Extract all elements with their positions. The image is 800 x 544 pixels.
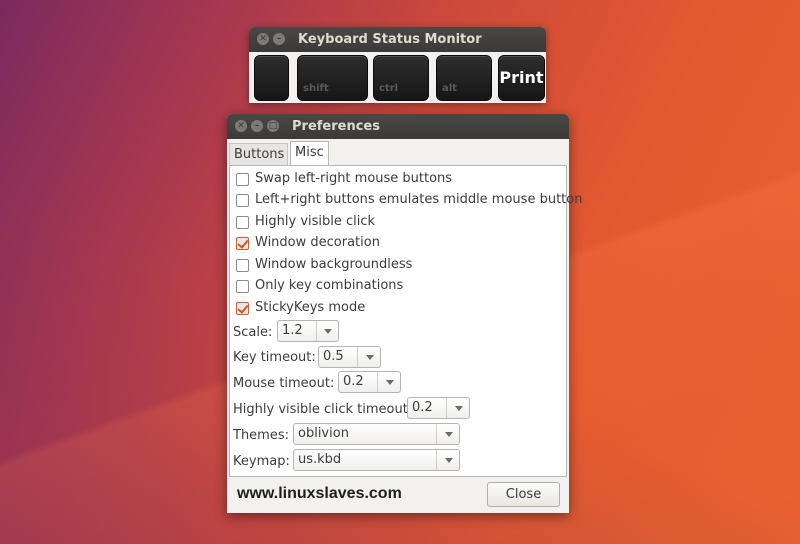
dropdown-arrow-icon (445, 458, 453, 463)
option-label: Left+right buttons emulates middle mouse… (255, 192, 583, 207)
dropdown-arrow-icon (455, 406, 463, 411)
key-ctrl: ctrl (373, 55, 429, 101)
combo-separator (436, 450, 437, 470)
scale-label: Scale: (233, 325, 273, 340)
checkbox[interactable] (236, 216, 249, 229)
checkbox[interactable] (236, 194, 249, 207)
prefs-title: Preferences (292, 119, 380, 134)
option-label: StickyKeys mode (255, 300, 366, 315)
mouse-timeout-combo[interactable]: 0.2 (338, 371, 401, 393)
option-label: Window backgroundless (255, 257, 413, 272)
combo-value: 1.2 (282, 323, 303, 338)
minimize-icon[interactable]: – (251, 120, 263, 132)
watermark-text: www.linuxslaves.com (237, 485, 402, 502)
keyboard-status-monitor-window: ✕ – Keyboard Status Monitor shift ctrl a… (249, 27, 546, 103)
ksm-title: Keyboard Status Monitor (298, 32, 482, 47)
option-label: Window decoration (255, 235, 380, 250)
maximize-icon[interactable]: □ (267, 120, 279, 132)
key-timeout-combo[interactable]: 0.5 (318, 346, 381, 368)
checkbox[interactable] (236, 173, 249, 186)
combo-separator (377, 372, 378, 392)
key-label: ctrl (379, 83, 399, 94)
dropdown-arrow-icon (445, 432, 453, 437)
click-timeout-combo[interactable]: 0.2 (407, 397, 470, 419)
key-timeout-label: Key timeout: (233, 350, 316, 365)
minimize-icon[interactable]: – (273, 33, 285, 45)
dropdown-arrow-icon (386, 380, 394, 385)
combo-value: us.kbd (298, 452, 342, 467)
key-alt: alt (436, 55, 492, 101)
option-label: Highly visible click (255, 214, 376, 229)
prefs-titlebar[interactable]: ✕ – □ Preferences (227, 114, 569, 139)
checkbox[interactable] (236, 280, 249, 293)
scale-combo[interactable]: 1.2 (277, 320, 339, 342)
tab-misc[interactable]: Misc (290, 141, 329, 166)
key-label: shift (303, 83, 329, 94)
close-icon[interactable]: ✕ (235, 120, 247, 132)
combo-separator (357, 347, 358, 367)
close-button[interactable]: Close (487, 482, 560, 507)
dropdown-arrow-icon (324, 329, 332, 334)
click-timeout-label: Highly visible click timeout: (233, 402, 413, 417)
key-label: Print (499, 68, 544, 87)
combo-value: 0.2 (412, 400, 433, 415)
checkbox-checked[interactable] (236, 302, 249, 315)
ksm-titlebar[interactable]: ✕ – Keyboard Status Monitor (249, 27, 546, 52)
key-shift: shift (297, 55, 368, 101)
option-label: Only key combinations (255, 278, 404, 293)
checkbox[interactable] (236, 259, 249, 272)
key-label: alt (442, 83, 457, 94)
key-print: Print (498, 55, 545, 101)
misc-panel: Swap left-right mouse buttons Left+right… (229, 165, 582, 477)
keymap-combo[interactable]: us.kbd (293, 449, 460, 471)
themes-combo[interactable]: oblivion (293, 423, 460, 445)
tab-bar: Buttons Misc (229, 141, 567, 166)
themes-label: Themes: (233, 428, 289, 443)
dropdown-arrow-icon (366, 355, 374, 360)
combo-value: 0.2 (343, 374, 364, 389)
mouse-timeout-label: Mouse timeout: (233, 376, 335, 391)
key-mouse (254, 55, 289, 101)
combo-separator (316, 321, 317, 341)
combo-value: 0.5 (323, 349, 344, 364)
combo-value: oblivion (298, 426, 349, 441)
checkbox-checked[interactable] (236, 237, 249, 250)
option-label: Swap left-right mouse buttons (255, 171, 453, 186)
close-icon[interactable]: ✕ (257, 33, 269, 45)
preferences-window: ✕ – □ Preferences Buttons Misc Swap left… (227, 114, 582, 513)
combo-separator (436, 424, 437, 444)
keymap-label: Keymap: (233, 454, 290, 469)
combo-separator (446, 398, 447, 418)
tab-buttons[interactable]: Buttons (229, 143, 288, 165)
